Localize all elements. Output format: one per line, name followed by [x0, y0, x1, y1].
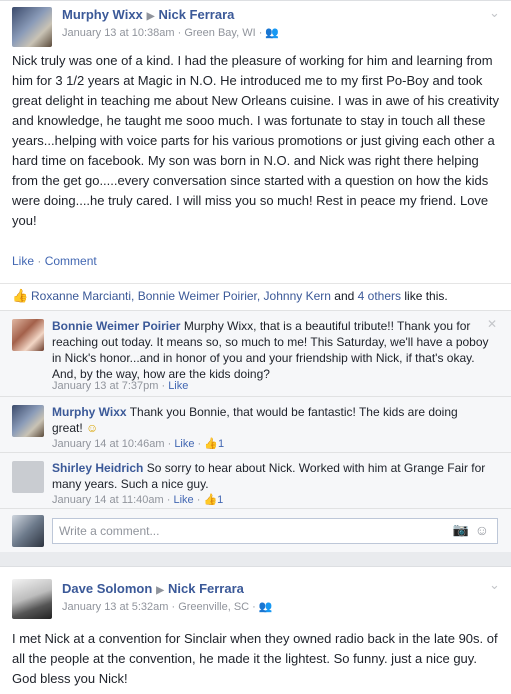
comment-like-link[interactable]: Like [174, 438, 194, 450]
comment-date[interactable]: January 14 at 11:40am [52, 494, 164, 506]
comment-meta: January 14 at 11:40am · Like · 👍1 [52, 494, 224, 506]
thumbs-up-icon: 👍 [203, 494, 218, 506]
liker-names[interactable]: Roxanne Marcianti, Bonnie Weimer Poirier… [31, 289, 331, 303]
smile-icon[interactable]: ☺ [475, 522, 489, 538]
avatar [12, 515, 44, 547]
comment-item: Shirley Heidrich So sorry to hear about … [0, 452, 511, 508]
post-meta: January 13 at 10:38am · Green Bay, WI · … [62, 27, 280, 39]
comment-meta: January 14 at 10:46am · Like · 👍1 [52, 438, 225, 450]
comment-input[interactable]: Write a comment... 📷 ☺ [52, 518, 498, 544]
thumbs-up-icon: 👍 [12, 288, 29, 303]
avatar[interactable] [12, 405, 44, 437]
post-header: Murphy Wixx ▶ Nick Ferrara [62, 7, 234, 22]
comment-like-link[interactable]: Like [168, 380, 188, 392]
target-link[interactable]: Nick Ferrara [168, 581, 244, 596]
location: Green Bay, WI [184, 27, 256, 39]
comment-like-count[interactable]: 1 [218, 438, 224, 450]
avatar[interactable] [12, 7, 52, 47]
close-icon[interactable]: ✕ [487, 317, 497, 331]
comment-author[interactable]: Shirley Heidrich [52, 461, 143, 475]
location: Greenville, SC [178, 601, 250, 613]
author-link[interactable]: Murphy Wixx [62, 7, 143, 22]
comment-item: Bonnie Weimer Poirier Murphy Wixx, that … [0, 310, 511, 396]
like-link[interactable]: Like [12, 254, 34, 268]
comment-date[interactable]: January 14 at 10:46am [52, 438, 165, 450]
comment-item: Murphy Wixx Thank you Bonnie, that would… [0, 396, 511, 452]
author-link[interactable]: Dave Solomon [62, 581, 152, 596]
others-link[interactable]: 4 others [358, 289, 401, 303]
arrow-right-icon: ▶ [156, 585, 164, 596]
post-meta: January 13 at 5:32am · Greenville, SC · … [62, 601, 273, 613]
avatar[interactable] [12, 319, 44, 351]
thumbs-up-icon: 👍 [204, 438, 218, 450]
likes-and: and [334, 289, 355, 303]
comment-text: Bonnie Weimer Poirier Murphy Wixx, that … [52, 318, 491, 382]
chevron-down-icon[interactable]: ⌄ [489, 577, 500, 593]
comment-text: Shirley Heidrich So sorry to hear about … [52, 460, 491, 492]
avatar[interactable] [12, 461, 44, 493]
friends-icon[interactable]: 👥 [259, 601, 273, 613]
story-post-dave: Dave Solomon ▶ Nick Ferrara January 13 at … [0, 566, 511, 694]
smile-icon: ☺ [86, 421, 99, 435]
comment-like-count[interactable]: 1 [217, 494, 223, 506]
post-body: I met Nick at a convention for Sinclair … [12, 631, 498, 686]
post-actions: Like · Comment [12, 254, 97, 268]
friends-icon[interactable]: 👥 [265, 27, 279, 39]
post-header: Dave Solomon ▶ Nick Ferrara [62, 581, 244, 596]
chevron-down-icon[interactable]: ⌄ [489, 5, 500, 21]
likes-sentence: Roxanne Marcianti, Bonnie Weimer Poirier… [31, 289, 448, 303]
comment-author[interactable]: Murphy Wixx [52, 405, 127, 419]
arrow-right-icon: ▶ [146, 11, 155, 22]
target-link[interactable]: Nick Ferrara [158, 7, 234, 22]
post-body: Nick truly was one of a kind. I had the … [12, 53, 500, 228]
comment-text: Murphy Wixx Thank you Bonnie, that would… [52, 404, 491, 436]
comment-like-link[interactable]: Like [173, 494, 193, 506]
comment-author[interactable]: Bonnie Weimer Poirier [52, 319, 180, 333]
camera-icon[interactable]: 📷 [453, 522, 469, 538]
story-post-murphy: Murphy Wixx ▶ Nick Ferrara January 13 at 1… [0, 0, 511, 552]
likes-suffix: like this. [404, 289, 448, 303]
comment-link[interactable]: Comment [45, 254, 97, 268]
likes-row: 👍 Roxanne Marcianti, Bonnie Weimer Poiri… [0, 283, 511, 308]
comment-meta: January 13 at 7:37pm · Like [52, 380, 189, 392]
comment-date[interactable]: January 13 at 7:37pm [52, 380, 158, 392]
comment-placeholder: Write a comment... [59, 524, 160, 538]
avatar[interactable] [12, 579, 52, 619]
timestamp-link[interactable]: January 13 at 10:38am [62, 27, 175, 39]
timestamp-link[interactable]: January 13 at 5:32am [62, 601, 168, 613]
